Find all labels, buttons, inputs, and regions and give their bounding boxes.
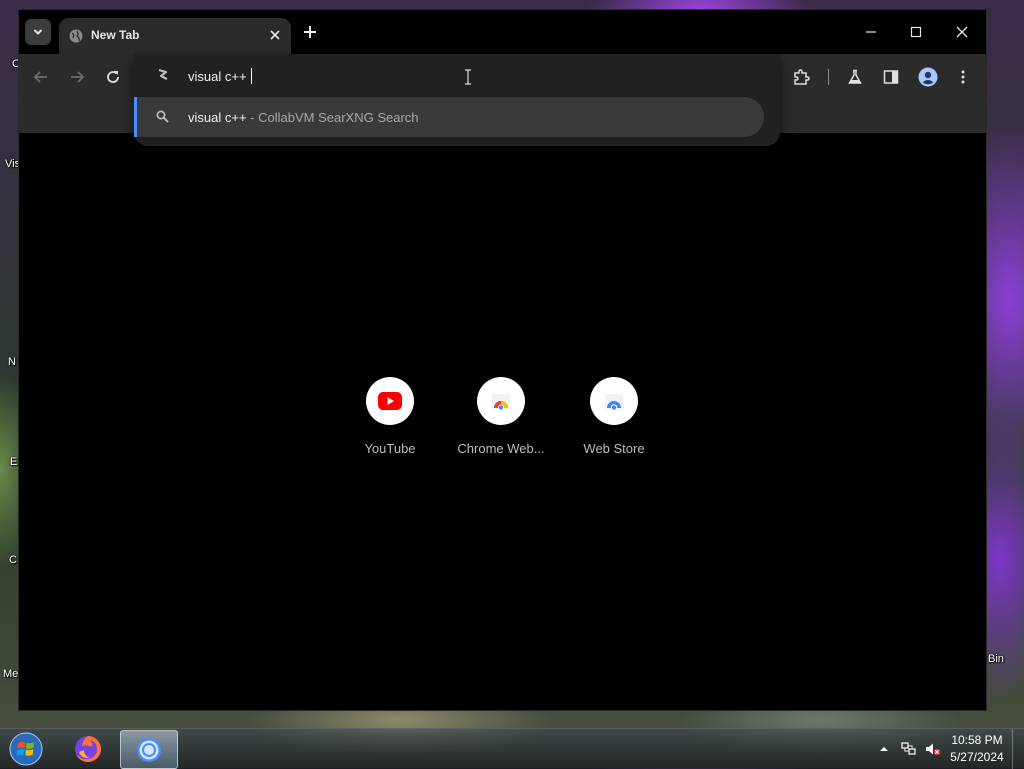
- suggestion-separator: -: [246, 110, 259, 125]
- arrow-left-icon: [33, 71, 47, 83]
- reload-icon: [107, 71, 119, 83]
- avatar-icon: [918, 67, 938, 87]
- flask-icon: [848, 69, 862, 84]
- ibeam-cursor-icon: [465, 69, 471, 85]
- browser-window: New Tab visual c++ visual c++ - CollabVM…: [18, 9, 987, 711]
- maximize-button[interactable]: [902, 20, 930, 44]
- chevron-down-icon: [34, 29, 42, 35]
- kebab-menu-icon: [961, 70, 965, 84]
- arrow-right-icon: [71, 71, 85, 83]
- shortcut-label: YouTube: [364, 441, 416, 456]
- clock-time: 10:58 PM: [951, 733, 1003, 747]
- clock-date: 5/27/2024: [950, 750, 1004, 764]
- close-icon: [270, 30, 280, 40]
- desktop-icon-label[interactable]: C: [9, 554, 17, 566]
- taskbar-chrome[interactable]: [120, 730, 178, 769]
- shortcut-tile: [590, 377, 638, 425]
- search-icon: [156, 110, 169, 123]
- suggestion-query: visual c++: [188, 110, 247, 125]
- desktop-icon-label[interactable]: N: [8, 356, 16, 368]
- network-icon: [901, 742, 916, 755]
- globe-icon: [69, 29, 83, 43]
- minimize-icon: [866, 31, 876, 33]
- start-button[interactable]: [6, 731, 46, 767]
- tab-title: New Tab: [91, 28, 140, 42]
- desktop-icon-label[interactable]: Me: [3, 668, 18, 680]
- volume-muted-icon: [926, 743, 941, 756]
- address-bar[interactable]: visual c++: [134, 54, 780, 96]
- chrome-icon: [137, 737, 161, 762]
- suggestion-description: CollabVM SearXNG Search: [258, 110, 419, 125]
- web-store-icon: [605, 394, 623, 411]
- youtube-icon: [378, 392, 402, 410]
- shortcut-youtube[interactable]: YouTube: [335, 377, 445, 456]
- minimize-button[interactable]: [857, 20, 885, 44]
- labs-button[interactable]: [844, 66, 866, 88]
- close-window-button[interactable]: [948, 20, 976, 44]
- page-info-icon: [158, 68, 168, 80]
- extensions-button[interactable]: [790, 66, 812, 88]
- address-input[interactable]: visual c++: [188, 68, 252, 84]
- shortcut-label: Web Store: [583, 441, 645, 456]
- chrome-menu-button[interactable]: [952, 66, 974, 88]
- tab-search-button[interactable]: [25, 19, 51, 45]
- plus-icon: [304, 26, 316, 38]
- network-tray-button[interactable]: [901, 741, 917, 757]
- suggestion-text: visual c++ - CollabVM SearXNG Search: [188, 110, 419, 125]
- show-hidden-icons-button[interactable]: [876, 741, 892, 757]
- chrome-web-store-icon: [492, 394, 510, 411]
- new-tab-button[interactable]: [301, 23, 319, 41]
- side-panel-icon: [883, 70, 899, 84]
- taskbar: 10:58 PM 5/27/2024: [0, 728, 1024, 769]
- side-panel-button[interactable]: [880, 66, 902, 88]
- forward-button[interactable]: [66, 66, 88, 88]
- shortcut-web-store[interactable]: Web Store: [559, 377, 669, 456]
- close-icon: [956, 26, 968, 38]
- maximize-icon: [910, 26, 922, 38]
- shortcut-label: Chrome Web...: [457, 441, 545, 456]
- back-button[interactable]: [30, 66, 52, 88]
- reload-button[interactable]: [102, 66, 124, 88]
- puzzle-icon: [794, 69, 810, 85]
- volume-tray-button[interactable]: [925, 741, 941, 757]
- taskbar-firefox[interactable]: [60, 730, 116, 767]
- omnibox-suggestion[interactable]: visual c++ - CollabVM SearXNG Search: [134, 97, 764, 137]
- selection-indicator: [134, 97, 137, 137]
- shortcut-tile: [366, 377, 414, 425]
- chevron-up-icon: [880, 747, 888, 751]
- show-desktop-button[interactable]: [1012, 729, 1024, 769]
- text-caret: [250, 68, 252, 84]
- shortcut-tile: [477, 377, 525, 425]
- profile-button[interactable]: [917, 66, 939, 88]
- toolbar-divider: [828, 69, 829, 85]
- omnibox-dropdown: visual c++ visual c++ - CollabVM SearXNG…: [134, 54, 780, 146]
- tab-close-button[interactable]: [267, 27, 283, 43]
- tab-strip: New Tab: [19, 10, 986, 54]
- windows-start-icon: [9, 732, 43, 766]
- desktop-icon-label[interactable]: Bin: [988, 653, 1004, 665]
- tab-new-tab[interactable]: New Tab: [59, 18, 291, 54]
- taskbar-clock[interactable]: 10:58 PM 5/27/2024: [946, 732, 1008, 766]
- desktop-icon-label[interactable]: E: [10, 456, 17, 468]
- shortcut-chrome-web-store[interactable]: Chrome Web...: [446, 377, 556, 456]
- firefox-icon: [75, 735, 101, 762]
